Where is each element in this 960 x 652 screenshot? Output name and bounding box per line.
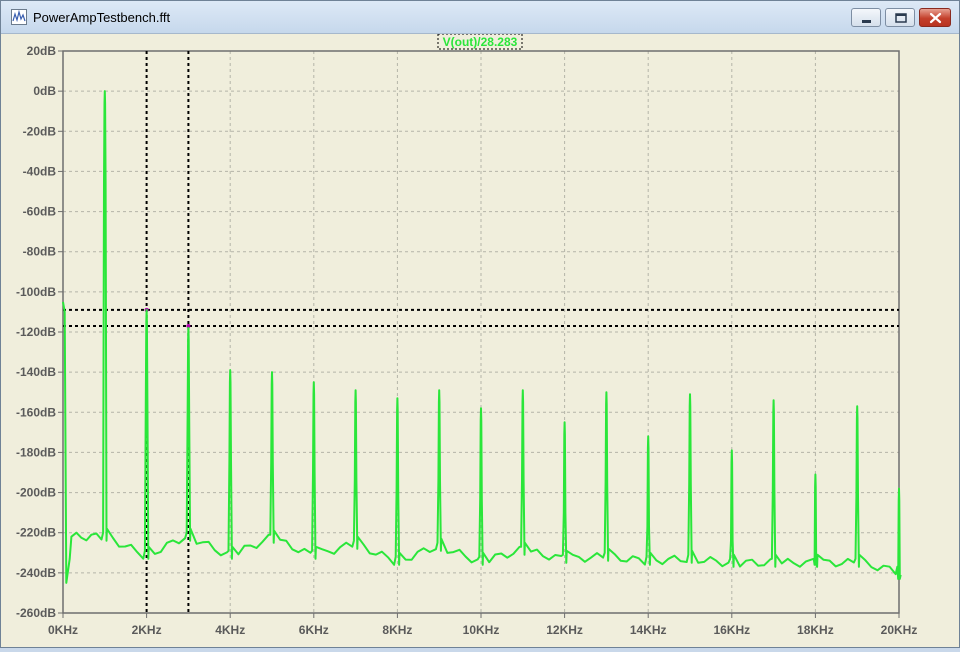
x-tick-label: 14KHz — [630, 623, 667, 637]
application-window: PowerAmpTestbench.fft 20dB 0dB -20dB -40dB -… — [0, 0, 960, 648]
x-axis-ticks: 0KHz 2KHz 4KHz 6KHz 8KHz 10KHz 12KHz 14KHz 16KHz… — [48, 613, 917, 637]
x-tick-label: 16KHz — [713, 623, 750, 637]
y-tick-label: -240dB — [16, 566, 56, 580]
x-tick-label: 18KHz — [797, 623, 834, 637]
waveform-icon — [11, 9, 27, 25]
x-tick-label: 6KHz — [299, 623, 329, 637]
x-tick-label: 20KHz — [881, 623, 918, 637]
y-tick-label: -60dB — [23, 205, 57, 219]
window-title: PowerAmpTestbench.fft — [33, 10, 171, 25]
y-tick-label: -220dB — [16, 526, 56, 540]
y-tick-label: -40dB — [23, 164, 57, 178]
x-tick-label: 12KHz — [546, 623, 583, 637]
y-tick-label: -200dB — [16, 486, 56, 500]
close-icon — [929, 12, 942, 24]
maximize-button[interactable] — [885, 8, 915, 27]
plot-area[interactable]: 20dB 0dB -20dB -40dB -60dB -80dB -100dB -120dB -… — [1, 33, 959, 647]
close-button[interactable] — [919, 8, 951, 27]
legend-label[interactable]: V(out)/28.283 — [443, 35, 518, 49]
title-bar[interactable]: PowerAmpTestbench.fft — [1, 1, 959, 34]
y-tick-label: -260dB — [16, 606, 56, 620]
y-tick-label: -180dB — [16, 445, 56, 459]
maximize-icon — [895, 13, 907, 23]
x-tick-label: 0KHz — [48, 623, 78, 637]
minimize-button[interactable] — [851, 8, 881, 27]
y-tick-label: -20dB — [23, 124, 57, 138]
fft-chart[interactable]: 20dB 0dB -20dB -40dB -60dB -80dB -100dB -120dB -… — [1, 33, 959, 647]
y-tick-label: -100dB — [16, 285, 56, 299]
legend[interactable]: V(out)/28.283 — [437, 33, 523, 50]
x-tick-label: 10KHz — [463, 623, 500, 637]
y-tick-label: 0dB — [33, 84, 56, 98]
minimize-icon — [862, 20, 871, 23]
y-tick-label: -80dB — [23, 245, 57, 259]
y-tick-label: -140dB — [16, 365, 56, 379]
y-axis-ticks: 20dB 0dB -20dB -40dB -60dB -80dB -100dB -120dB -… — [16, 44, 63, 620]
x-tick-label: 4KHz — [215, 623, 245, 637]
y-tick-label: -120dB — [16, 325, 56, 339]
y-tick-label: -160dB — [16, 405, 56, 419]
x-tick-label: 8KHz — [382, 623, 412, 637]
x-tick-label: 2KHz — [132, 623, 162, 637]
y-tick-label: 20dB — [27, 44, 57, 58]
